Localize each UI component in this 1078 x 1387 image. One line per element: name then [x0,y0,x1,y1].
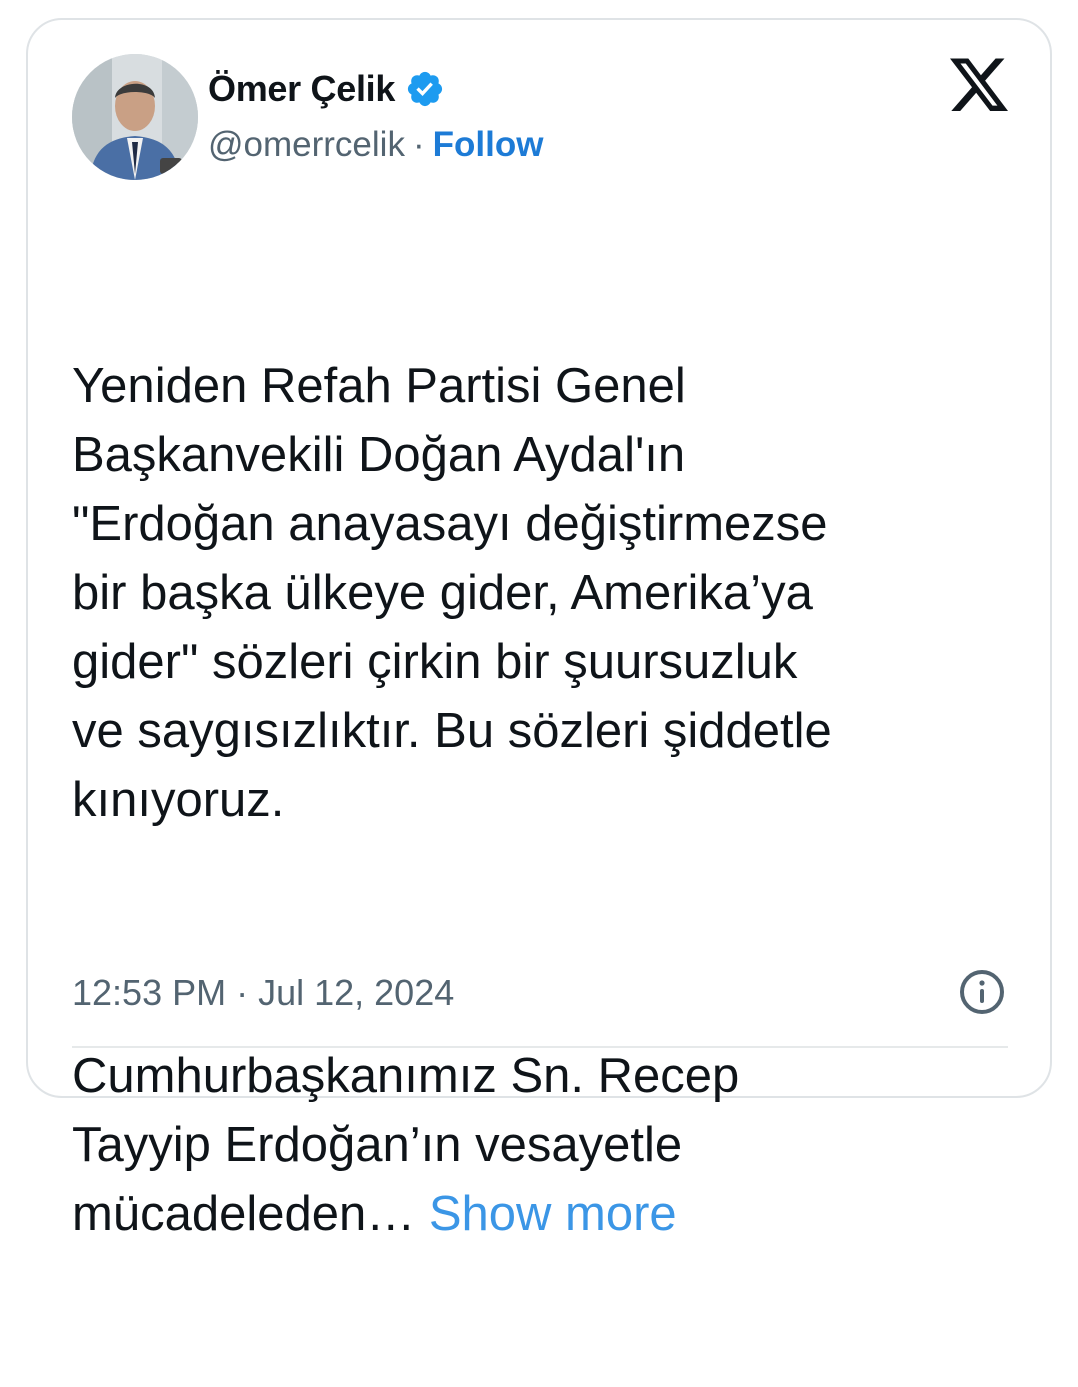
x-logo-icon[interactable] [950,58,1010,114]
info-icon[interactable] [958,968,1006,1016]
tweet-card: Ömer Çelik @omerrcelik · Follow Yeniden … [26,18,1052,1241]
divider [72,1046,1008,1048]
follow-button[interactable]: Follow [433,125,544,165]
author-name[interactable]: Ömer Çelik [208,68,395,110]
tweet-body: Yeniden Refah Partisi Genel Başkanvekili… [72,214,1032,1387]
author-handle[interactable]: @omerrcelik [208,125,405,165]
show-more-link[interactable]: Show more [429,1187,677,1241]
tweet-timestamp[interactable]: 12:53 PM · Jul 12, 2024 [72,968,454,1018]
tweet-paragraph: Cumhurbaşkanımız Sn. Recep Tayyip Erdoğa… [72,1042,1032,1249]
verified-badge-icon [405,69,445,109]
separator: · [412,125,425,164]
avatar[interactable] [72,54,198,180]
tweet-paragraph: Yeniden Refah Partisi Genel Başkanvekili… [72,359,832,827]
